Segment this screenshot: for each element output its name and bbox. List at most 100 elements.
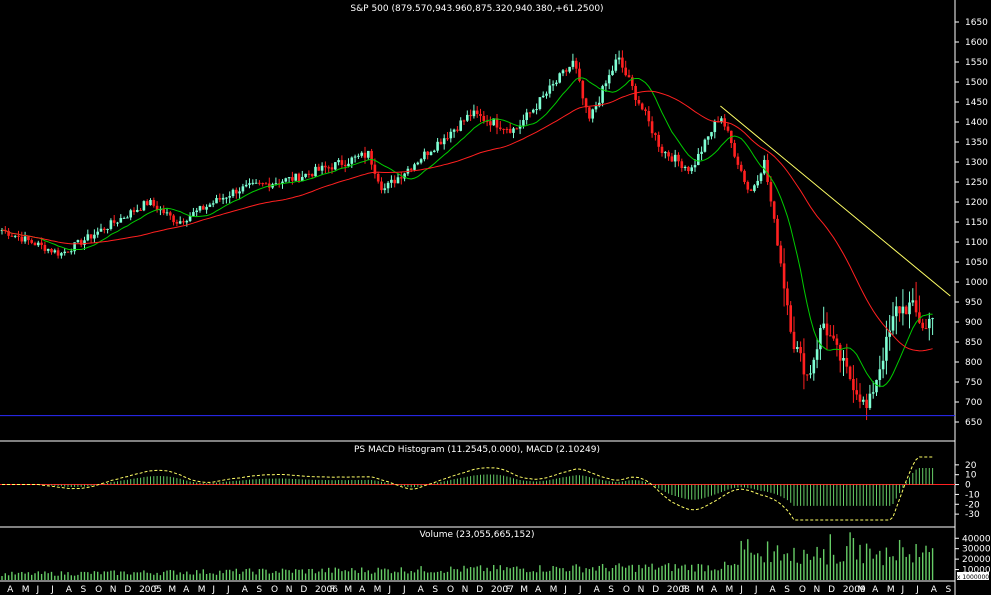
candle-body <box>515 128 519 130</box>
candle-body <box>789 305 792 332</box>
candle-body <box>208 204 212 207</box>
x-tick-label: M <box>858 585 866 595</box>
candle-body <box>446 138 449 140</box>
candle-body <box>343 164 347 167</box>
candle-body <box>782 263 786 289</box>
candle-body <box>885 336 888 361</box>
candle-body <box>680 161 684 168</box>
candle-body <box>96 231 99 235</box>
x-tick-label: J <box>211 585 215 595</box>
candle-body <box>538 97 542 110</box>
candle-body <box>667 152 670 157</box>
candle-body <box>419 159 423 163</box>
candle-body <box>921 322 924 329</box>
candle-body <box>56 250 60 256</box>
x-tick-label: J <box>226 585 230 595</box>
candle-body <box>673 154 677 162</box>
price-tick-label: 950 <box>965 298 982 308</box>
macd-signal-line <box>2 456 933 521</box>
candle-body <box>20 236 24 242</box>
candle-body <box>522 120 525 126</box>
candle-body <box>647 110 651 122</box>
candle-body <box>568 66 571 72</box>
x-tick-label: S <box>608 585 614 595</box>
candle-body <box>235 189 238 194</box>
candle-body <box>720 118 723 122</box>
candle-body <box>178 221 182 224</box>
x-tick-label: M <box>374 585 382 595</box>
price-tick-label: 1450 <box>965 98 988 108</box>
candle-body <box>654 133 657 135</box>
macd-histogram: 20100-10-20-30 <box>0 456 980 521</box>
candle-body <box>126 217 129 219</box>
candle-body <box>829 335 832 337</box>
candle-body <box>264 183 268 185</box>
x-tick-label: J <box>35 585 39 595</box>
candle-body <box>152 199 156 206</box>
candle-body <box>525 112 528 121</box>
x-tick-label: D <box>124 585 131 595</box>
candle-body <box>185 220 189 223</box>
candle-body <box>86 234 90 241</box>
candle-body <box>677 154 680 162</box>
candle-body <box>558 73 561 83</box>
candle-body <box>499 127 502 129</box>
x-tick-label: J <box>900 585 904 595</box>
candle-body <box>825 323 829 336</box>
candle-body <box>739 164 743 171</box>
candle-body <box>380 181 383 191</box>
x-tick-label: M <box>344 585 352 595</box>
x-tick-label: A <box>872 585 879 595</box>
candle-body <box>30 240 33 243</box>
candle-body <box>459 120 462 131</box>
candle-body <box>842 357 845 361</box>
candle-body <box>891 316 895 331</box>
candle-body <box>423 151 426 160</box>
x-tick-label: J <box>915 585 919 595</box>
candle-body <box>188 216 192 221</box>
candle-body <box>555 82 558 85</box>
candle-body <box>13 235 17 237</box>
x-tick-label: S <box>256 585 262 595</box>
x-tick-label: S <box>80 585 86 595</box>
x-axis-labels: A M J J A S O N D 2005F M A M J J A S O N D 2006F M A M J J A S O N D 2… <box>7 585 951 595</box>
candle-body <box>367 150 370 158</box>
candle-body <box>40 242 43 245</box>
candle-body <box>812 359 816 374</box>
candle-body <box>400 177 403 179</box>
volume-tick-label: 40000 <box>962 534 991 544</box>
candle-body <box>838 344 842 361</box>
candle-body <box>786 288 789 306</box>
candle-body <box>116 222 119 224</box>
candle-body <box>109 220 113 229</box>
x-tick-label: D <box>652 585 659 595</box>
candle-body <box>50 248 53 253</box>
candle-body <box>320 165 324 171</box>
candle-body <box>139 209 142 211</box>
candle-body <box>396 177 400 184</box>
volume-chart-title: Volume (23,055,665,152) <box>420 530 535 540</box>
candle-body <box>706 136 710 140</box>
macd-chart-title: PS MACD Histogram (11.2545,0.000), MACD … <box>354 445 600 455</box>
candle-body <box>294 173 297 181</box>
candle-body <box>901 306 905 314</box>
price-tick-label: 1050 <box>965 258 988 268</box>
candle-body <box>565 70 568 72</box>
candle-body <box>383 188 387 191</box>
candle-body <box>772 201 776 219</box>
price-tick-label: 1300 <box>965 158 988 168</box>
candle-body <box>106 228 109 230</box>
candle-body <box>76 240 80 243</box>
candle-body <box>211 203 215 205</box>
candle-body <box>466 114 469 121</box>
candle-body <box>753 185 756 191</box>
candle-body <box>433 150 436 152</box>
macd-tick-label: -20 <box>965 500 980 510</box>
x-tick-label: N <box>638 585 645 595</box>
candle-body <box>215 198 218 204</box>
candle-body <box>815 349 819 360</box>
candle-body <box>60 253 63 256</box>
candle-body <box>749 189 753 191</box>
x-tick-label: M <box>22 585 30 595</box>
candle-body <box>439 141 443 145</box>
